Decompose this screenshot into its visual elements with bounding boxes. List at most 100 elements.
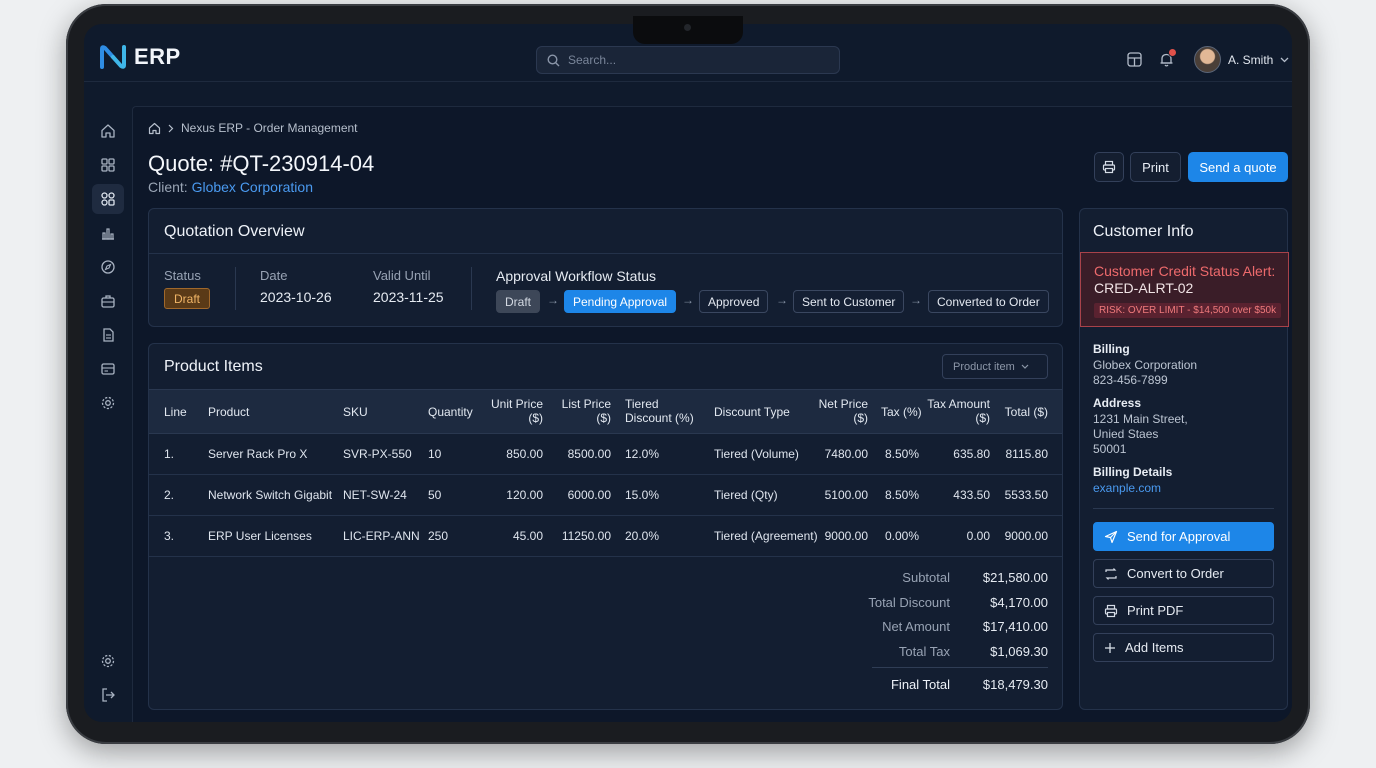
settings-icon[interactable] <box>92 646 124 676</box>
briefcase-icon[interactable] <box>92 286 124 316</box>
cell-unit-price: 45.00 <box>512 529 543 543</box>
user-name: A. Smith <box>1228 52 1274 67</box>
cell-line: 3. <box>164 529 175 543</box>
column-header[interactable]: Tax Amount ($) <box>924 397 990 425</box>
print-icon-button[interactable] <box>1094 152 1124 182</box>
apps-icon[interactable] <box>92 184 124 214</box>
chart-icon[interactable] <box>92 218 124 248</box>
billing-details-link[interactable]: exanple.com <box>1093 481 1161 495</box>
cell-product: Server Rack Pro X <box>208 447 308 461</box>
cell-tax-amount: 0.00 <box>966 529 990 543</box>
logo-text: ERP <box>134 44 181 69</box>
address-label: Address <box>1093 396 1142 410</box>
breadcrumb: Nexus ERP - Order Management <box>148 121 358 135</box>
add-items-button[interactable]: Add Items <box>1093 633 1274 662</box>
column-header[interactable]: Unit Price ($) <box>481 397 543 425</box>
workflow-step-sent-to-customer[interactable]: Sent to Customer <box>793 290 905 313</box>
search-box[interactable] <box>536 46 840 74</box>
logout-icon[interactable] <box>92 680 124 710</box>
credit-alert: Customer Credit Status Alert: CRED-ALRT-… <box>1080 252 1289 327</box>
convert-icon <box>1104 567 1118 581</box>
settings-icon[interactable] <box>92 388 124 418</box>
chevron-right-icon <box>168 124 174 133</box>
client-line: Client: Globex Corporation <box>148 179 313 195</box>
cell-sku: LIC-ERP-ANN <box>343 529 420 543</box>
billing-phone: 823-456-7899 <box>1093 373 1168 387</box>
print-pdf-button[interactable]: Print PDF <box>1093 596 1274 625</box>
customer-info-card: Customer Info Customer Credit Status Ale… <box>1079 208 1289 710</box>
workflow-step-approved[interactable]: Approved <box>699 290 769 313</box>
arrow-right-icon: → <box>776 293 788 307</box>
column-header[interactable]: Product <box>208 405 249 419</box>
card-icon[interactable] <box>92 354 124 384</box>
column-header[interactable]: Line <box>164 405 187 419</box>
plus-icon <box>1104 642 1116 654</box>
product-item-dropdown[interactable]: Product item <box>942 354 1048 379</box>
cell-product: Network Switch Gigabit <box>208 488 333 502</box>
column-header[interactable]: SKU <box>343 405 368 419</box>
grid-icon[interactable] <box>92 150 124 180</box>
customer-info-title: Customer Info <box>1093 223 1194 240</box>
notification-dot <box>1168 48 1177 57</box>
app-screen: ERP A. Smith <box>84 24 1292 722</box>
search-input[interactable] <box>568 53 808 67</box>
alert-code: CRED-ALRT-02 <box>1094 280 1194 296</box>
table-row[interactable]: 1. Server Rack Pro X SVR-PX-550 10 850.0… <box>149 434 1062 475</box>
status-label: Status <box>164 268 201 283</box>
camera-notch <box>633 16 743 44</box>
subtotal-value: $21,580.00 <box>982 570 1048 585</box>
table-row[interactable]: 2. Network Switch Gigabit NET-SW-24 50 1… <box>149 475 1062 516</box>
home-icon[interactable] <box>92 116 124 146</box>
print-button[interactable]: Print <box>1130 152 1181 182</box>
billing-details-label: Billing Details <box>1093 465 1173 479</box>
compass-icon[interactable] <box>92 252 124 282</box>
user-menu[interactable]: A. Smith <box>1194 46 1289 73</box>
column-header[interactable]: List Price ($) <box>549 397 611 425</box>
product-items-title: Product Items <box>164 358 263 375</box>
app-logo[interactable]: ERP <box>100 44 181 70</box>
net-amount-label: Net Amount <box>882 619 950 634</box>
chevron-down-icon <box>1021 364 1029 369</box>
product-items-card: Product Items Product item Line Product … <box>148 343 1063 710</box>
breadcrumb-label[interactable]: Nexus ERP - Order Management <box>181 121 358 135</box>
logo-icon <box>100 45 126 69</box>
send-for-approval-button[interactable]: Send for Approval <box>1093 522 1274 551</box>
cell-tax: 8.50% <box>885 488 920 502</box>
client-label: Client: <box>148 179 188 195</box>
column-header[interactable]: Tax (%) <box>881 405 922 419</box>
cell-tax: 0.00% <box>885 529 920 543</box>
divider <box>1093 508 1274 509</box>
convert-to-order-button[interactable]: Convert to Order <box>1093 559 1274 588</box>
quotation-overview-card: Quotation Overview Status Draft Date 202… <box>148 208 1063 327</box>
column-header[interactable]: Total ($) <box>994 405 1048 419</box>
table-row[interactable]: 3. ERP User Licenses LIC-ERP-ANN 250 45.… <box>149 516 1062 557</box>
client-link[interactable]: Globex Corporation <box>192 179 313 195</box>
column-header[interactable]: Tiered Discount (%) <box>625 397 697 425</box>
document-icon[interactable] <box>92 320 124 350</box>
main-content: Nexus ERP - Order Management Quote: #QT-… <box>132 106 1292 722</box>
cell-discount: 15.0% <box>625 488 660 502</box>
cell-list-price: 6000.00 <box>567 488 611 502</box>
column-header[interactable]: Net Price ($) <box>809 397 868 425</box>
address-line: 50001 <box>1093 442 1127 456</box>
alert-risk-badge: RISK: OVER LIMIT - $14,500 over $50k <box>1094 303 1282 318</box>
column-header[interactable]: Quantity <box>428 405 473 419</box>
send-quote-button[interactable]: Send a quote <box>1188 152 1288 182</box>
valid-until-label: Valid Until <box>373 268 431 283</box>
workflow-step-pending-approval[interactable]: Pending Approval <box>564 290 677 313</box>
notification-bell-icon[interactable] <box>1159 48 1177 67</box>
column-header[interactable]: Discount Type <box>714 405 790 419</box>
workflow-step-converted-to-order[interactable]: Converted to Order <box>928 290 1049 313</box>
divider <box>149 253 1062 254</box>
divider <box>235 267 236 310</box>
total-tax-value: $1,069.30 <box>990 644 1048 659</box>
button-label: Print PDF <box>1127 603 1184 618</box>
cell-list-price: 8500.00 <box>567 447 611 461</box>
cell-discount-type: Tiered (Qty) <box>714 488 778 502</box>
cell-line: 1. <box>164 447 175 461</box>
home-icon[interactable] <box>148 122 161 135</box>
divider <box>872 667 1048 668</box>
layout-icon[interactable] <box>1127 52 1142 67</box>
table-header: Line Product SKU Quantity Unit Price ($)… <box>149 389 1062 434</box>
workflow-step-draft[interactable]: Draft <box>496 290 541 313</box>
